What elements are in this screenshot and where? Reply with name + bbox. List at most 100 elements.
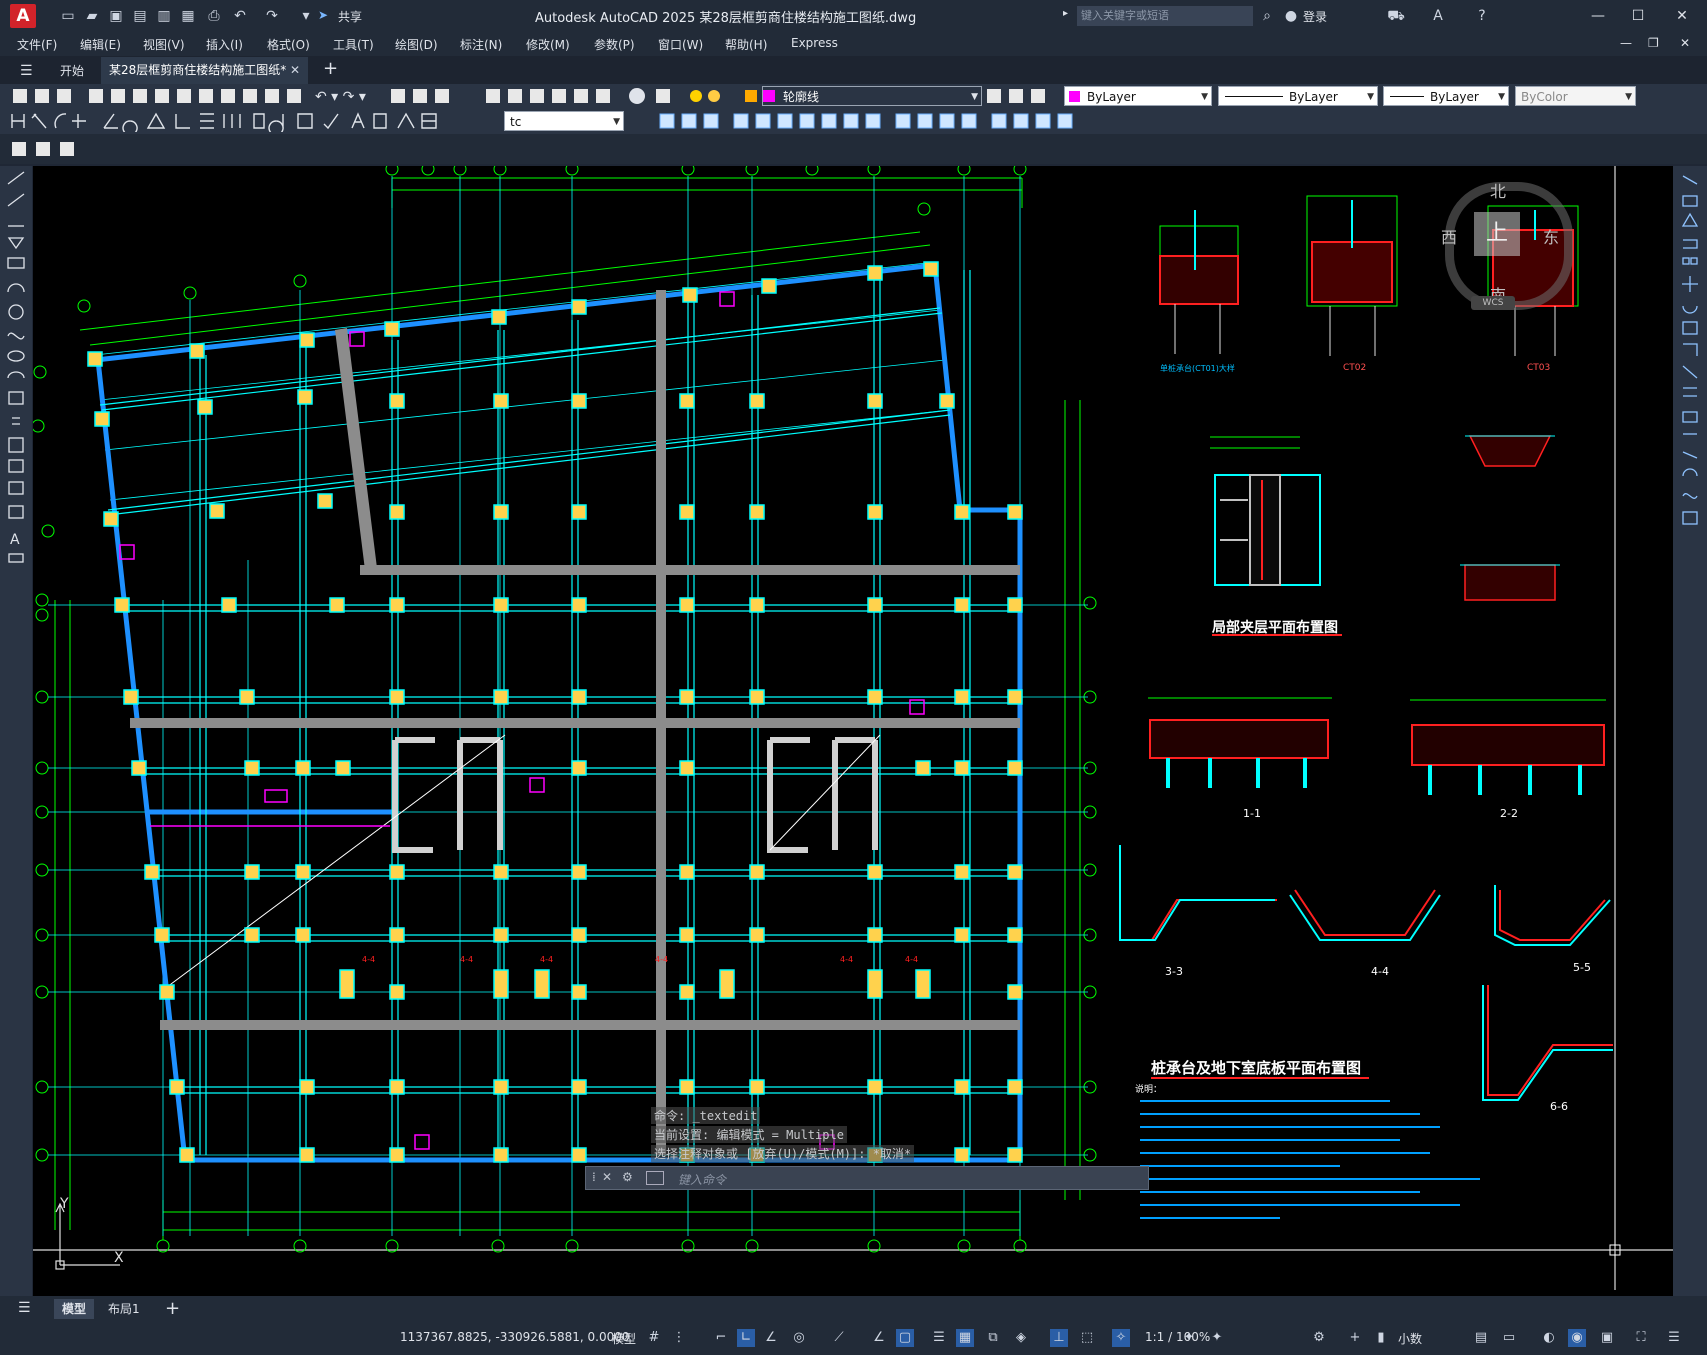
doc-close-button[interactable]: ✕ <box>1680 36 1690 50</box>
modify-tools-icon[interactable] <box>658 110 1138 132</box>
viewcube-north[interactable]: 北 <box>1490 178 1506 202</box>
selection-cycling-icon[interactable]: ⧉ <box>984 1329 1002 1347</box>
close-button[interactable]: ✕ <box>1664 4 1700 28</box>
tab-start[interactable]: 开始 <box>60 62 84 79</box>
menu-express[interactable]: Express <box>791 36 838 50</box>
standard-tools-icon[interactable]: ↶ ▾ ↷ ▾ <box>0 84 475 108</box>
quick-properties-icon[interactable]: ▤ <box>1472 1329 1490 1347</box>
clean-screen-icon[interactable]: ▣ <box>1598 1329 1616 1347</box>
annotation-monitor-icon[interactable]: + <box>1346 1329 1364 1347</box>
save-as-icon[interactable]: ▤ <box>130 6 150 26</box>
plotstyle-dropdown[interactable]: ByColor ▼ <box>1515 86 1636 106</box>
color-dropdown[interactable]: ByLayer ▼ <box>1064 86 1212 106</box>
space-toggle[interactable]: 模型 <box>612 1330 636 1347</box>
cart-icon[interactable]: ⛟ <box>1386 6 1406 26</box>
search-expand-icon[interactable]: ▸ <box>1063 8 1068 19</box>
command-grip-icon[interactable]: ⁞ <box>592 1170 596 1184</box>
units-icon[interactable]: ▮ <box>1372 1329 1390 1347</box>
autocad-logo-icon[interactable]: A <box>10 4 36 28</box>
layer-lock-icon[interactable] <box>745 90 757 102</box>
coordinates-readout[interactable]: 1137367.8825, -330926.5881, 0.0000 <box>400 1330 630 1344</box>
redo-icon[interactable]: ↷ <box>262 6 282 26</box>
new-file-icon[interactable]: ▭ <box>58 6 78 26</box>
menu-file[interactable]: 文件(F) <box>17 36 57 53</box>
login-button[interactable]: 登录 <box>1303 8 1327 25</box>
isodraft-icon[interactable]: ◎ <box>790 1329 808 1347</box>
menu-insert[interactable]: 插入(I) <box>206 36 243 53</box>
auto-scale-icon[interactable]: ✦ <box>1208 1329 1226 1347</box>
customize-status-icon[interactable]: ☰ <box>1665 1329 1683 1347</box>
layer-freeze-icon[interactable] <box>708 90 720 102</box>
menu-tools[interactable]: 工具(T) <box>333 36 374 53</box>
command-customize-icon[interactable]: ⚙ <box>622 1170 633 1184</box>
search-input[interactable]: 键入关键字或短语 <box>1077 6 1253 26</box>
menu-parametric[interactable]: 参数(P) <box>594 36 635 53</box>
infer-icon[interactable]: ⌐ <box>712 1329 730 1347</box>
viewcube[interactable]: 上 北 南 西 东 WCS <box>1431 176 1573 316</box>
save-icon[interactable]: ▣ <box>106 6 126 26</box>
minimize-button[interactable]: — <box>1580 4 1616 28</box>
lineweight-dropdown[interactable]: ByLayer ▼ <box>1383 86 1509 106</box>
maximize-button[interactable]: ☐ <box>1620 4 1656 28</box>
workspace-icon[interactable]: ⚙ <box>1310 1329 1328 1347</box>
customize-dropdown-icon[interactable]: ▾ <box>296 6 316 26</box>
selection-filter-icon[interactable]: ⬚ <box>1078 1329 1096 1347</box>
help-icon[interactable]: ? <box>1472 6 1492 26</box>
lineweight-icon[interactable]: ☰ <box>930 1329 948 1347</box>
layer-dropdown[interactable]: 轮廓线 ▼ <box>762 86 982 106</box>
menu-modify[interactable]: 修改(M) <box>526 36 570 53</box>
doc-restore-button[interactable]: ❐ <box>1648 36 1659 50</box>
object-snap-icon[interactable]: ▢ <box>896 1329 914 1347</box>
plot-icon[interactable]: ▦ <box>178 6 198 26</box>
menu-dimension[interactable]: 标注(N) <box>460 36 502 53</box>
doc-minimize-button[interactable]: — <box>1620 36 1632 50</box>
menu-edit[interactable]: 编辑(E) <box>80 36 121 53</box>
menu-format[interactable]: 格式(O) <box>267 36 310 53</box>
undo-icon[interactable]: ↶ <box>230 6 250 26</box>
dimension-tools-icon[interactable] <box>8 110 498 132</box>
otrack-icon[interactable]: ⟋ <box>830 1329 848 1347</box>
command-close-icon[interactable]: ✕ <box>602 1170 612 1184</box>
viewcube-east[interactable]: 东 <box>1543 224 1559 248</box>
transparency-icon[interactable]: ▦ <box>956 1329 974 1347</box>
snap-icon[interactable]: ⋮ <box>670 1329 688 1347</box>
menu-draw[interactable]: 绘图(D) <box>395 36 438 53</box>
polar-icon[interactable]: ∠ <box>762 1329 780 1347</box>
tab-layout1[interactable]: 布局1 <box>100 1299 148 1319</box>
modify-tools-right-icon[interactable] <box>1673 166 1707 546</box>
viewcube-west[interactable]: 西 <box>1441 224 1457 248</box>
misc-tools-icon[interactable] <box>10 140 90 160</box>
tab-menu-icon[interactable]: ☰ <box>20 63 33 79</box>
osnap-icon[interactable]: ∠ <box>870 1329 888 1347</box>
tab-close-icon[interactable]: ✕ <box>290 57 300 84</box>
3d-osnap-icon[interactable]: ◈ <box>1012 1329 1030 1347</box>
share-icon[interactable]: ➤ <box>318 8 328 22</box>
open-file-icon[interactable]: ▰ <box>82 6 102 26</box>
linetype-dropdown[interactable]: ByLayer ▼ <box>1218 86 1378 106</box>
layer-tools-icon[interactable] <box>987 84 1057 108</box>
gizmo-icon[interactable]: ✧ <box>1112 1329 1130 1347</box>
command-line[interactable]: ⁞ ✕ ⚙ 键入命令 <box>585 1166 1149 1190</box>
print-icon[interactable]: ⎙ <box>204 6 224 26</box>
annotation-scale[interactable]: 1:1 / 100% <box>1145 1330 1210 1344</box>
dynamic-ucs-icon[interactable]: ⊥ <box>1050 1329 1068 1347</box>
add-layout-icon[interactable]: + <box>165 1298 180 1319</box>
drawing-canvas[interactable]: 4-4 4-4 4-4 4-4 4-4 4-4 Y X 桩承台及地下室底板平面布… <box>33 166 1673 1296</box>
grid-icon[interactable]: # <box>645 1329 663 1347</box>
menu-window[interactable]: 窗口(W) <box>658 36 703 53</box>
a360-icon[interactable]: A <box>1428 6 1448 26</box>
tab-model[interactable]: 模型 <box>54 1299 95 1319</box>
command-input[interactable]: 键入命令 <box>678 1171 726 1188</box>
units-dropdown[interactable]: 小数 <box>1398 1330 1422 1347</box>
new-tab-icon[interactable]: + <box>323 58 338 79</box>
text-style-dropdown[interactable]: tc ▼ <box>504 111 624 131</box>
user-icon[interactable]: ● <box>1281 6 1301 26</box>
hardware-acceleration-icon[interactable]: ◉ <box>1568 1329 1586 1347</box>
ortho-icon[interactable]: ∟ <box>737 1329 755 1347</box>
layout-menu-icon[interactable]: ☰ <box>18 1300 31 1316</box>
fullscreen-icon[interactable]: ⛶ <box>1632 1329 1650 1347</box>
isolate-objects-icon[interactable]: ◐ <box>1540 1329 1558 1347</box>
publish-icon[interactable]: ▥ <box>154 6 174 26</box>
viewcube-wcs-button[interactable]: WCS <box>1471 296 1515 310</box>
menu-view[interactable]: 视图(V) <box>143 36 185 53</box>
